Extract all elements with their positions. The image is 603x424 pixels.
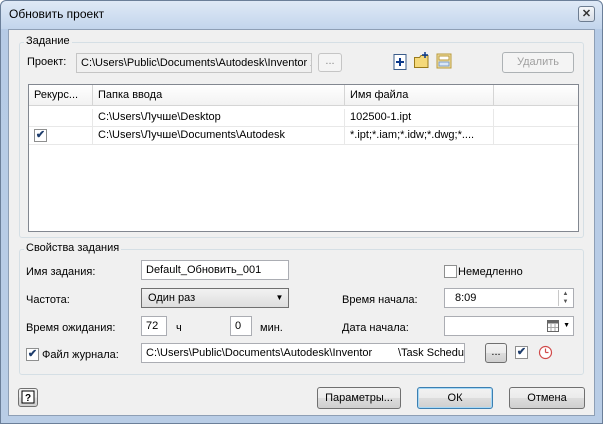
wait-hours-input[interactable]: 72 [141, 316, 167, 336]
column-header-recursive[interactable]: Рекурс... [29, 85, 93, 106]
task-name-label: Имя задания: [26, 266, 96, 278]
column-header-filler [494, 85, 578, 106]
project-label: Проект: [27, 56, 67, 68]
dialog-client: Задание Проект: C:\Users\Public\Document… [8, 29, 595, 416]
log-option-checkbox[interactable]: ✔ [515, 346, 528, 359]
start-time-label: Время начала: [342, 294, 418, 306]
log-browse-button[interactable]: ... [485, 343, 507, 363]
edit-task-button[interactable] [435, 52, 453, 70]
new-task-button[interactable] [391, 53, 409, 71]
properties-group-label: Свойства задания [24, 242, 122, 254]
log-file-input[interactable]: C:\Users\Public\Documents\Autodesk\Inven… [141, 343, 465, 363]
close-button[interactable]: ✕ [578, 6, 595, 22]
cancel-button[interactable]: Отмена [509, 387, 585, 409]
log-file-path-tail: \Task Schedu [398, 347, 465, 359]
column-header-filename[interactable]: Имя файла [345, 85, 494, 106]
add-folder-button[interactable] [413, 52, 431, 70]
recursive-checkbox[interactable]: ✔ [34, 129, 47, 142]
table-header: Рекурс... Папка ввода Имя файла [29, 85, 578, 106]
table-row[interactable]: ✔ C:\Users\Лучше\Documents\Autodesk *.ip… [29, 127, 578, 145]
time-spinner[interactable]: ▲ ▼ [558, 290, 572, 306]
project-browse-button[interactable]: ... [318, 53, 342, 72]
log-file-label: Файл журнала: [42, 349, 119, 361]
parameters-button[interactable]: Параметры... [317, 387, 401, 409]
wait-time-label: Время ожидания: [26, 322, 116, 334]
start-time-value: 8:09 [455, 292, 477, 304]
immediate-checkbox[interactable] [444, 265, 457, 278]
new-folder-icon [414, 52, 429, 68]
chevron-down-icon: ▼ [275, 293, 284, 302]
row-recursive-cell [29, 109, 93, 127]
question-icon: ? [21, 390, 35, 404]
hours-unit: ч [176, 322, 182, 334]
row-recursive-cell: ✔ [29, 127, 93, 145]
help-button[interactable]: ? [18, 388, 38, 407]
log-file-checkbox[interactable]: ✔ [26, 348, 39, 361]
task-name-input[interactable]: Default_Обновить_001 [141, 260, 289, 280]
table-row[interactable]: C:\Users\Лучше\Desktop 102500-1.ipt [29, 109, 578, 127]
new-document-icon [393, 54, 407, 70]
wait-minutes-input[interactable]: 0 [230, 316, 252, 336]
row-folder-cell: C:\Users\Лучше\Desktop [93, 109, 345, 127]
chevron-down-icon[interactable]: ▼ [563, 317, 570, 335]
frequency-label: Частота: [26, 294, 70, 306]
spin-down-icon[interactable]: ▼ [559, 298, 572, 306]
window-title: Обновить проект [9, 7, 105, 21]
ok-button[interactable]: ОК [417, 387, 493, 409]
column-header-folder[interactable]: Папка ввода [93, 85, 345, 106]
start-date-label: Дата начала: [342, 322, 409, 334]
edit-icon [436, 53, 452, 69]
task-group-label: Задание [24, 35, 72, 47]
start-date-picker[interactable]: ▼ [444, 316, 574, 336]
frequency-value: Один раз [148, 292, 196, 304]
immediate-label: Немедленно [458, 266, 523, 278]
frequency-select[interactable]: Один раз ▼ [141, 288, 289, 308]
minutes-unit: мин. [260, 322, 283, 334]
dialog-window: Обновить проект ✕ Задание Проект: C:\Use… [0, 0, 603, 424]
start-time-input[interactable]: 8:09 ▲ ▼ [444, 288, 574, 308]
delete-button[interactable]: Удалить [502, 52, 574, 73]
spin-up-icon[interactable]: ▲ [559, 290, 572, 298]
project-field[interactable]: C:\Users\Public\Documents\Autodesk\Inven… [76, 53, 312, 73]
row-folder-cell: C:\Users\Лучше\Documents\Autodesk [93, 127, 345, 145]
svg-text:?: ? [25, 393, 31, 404]
calendar-icon[interactable] [547, 320, 559, 332]
log-file-path: C:\Users\Public\Documents\Autodesk\Inven… [146, 347, 373, 359]
titlebar: Обновить проект ✕ [1, 1, 602, 29]
row-file-cell: *.ipt;*.iam;*.idw;*.dwg;*.... [345, 127, 494, 145]
task-table: Рекурс... Папка ввода Имя файла C:\Users… [28, 84, 579, 232]
clock-icon[interactable] [538, 345, 553, 360]
row-file-cell: 102500-1.ipt [345, 109, 494, 127]
